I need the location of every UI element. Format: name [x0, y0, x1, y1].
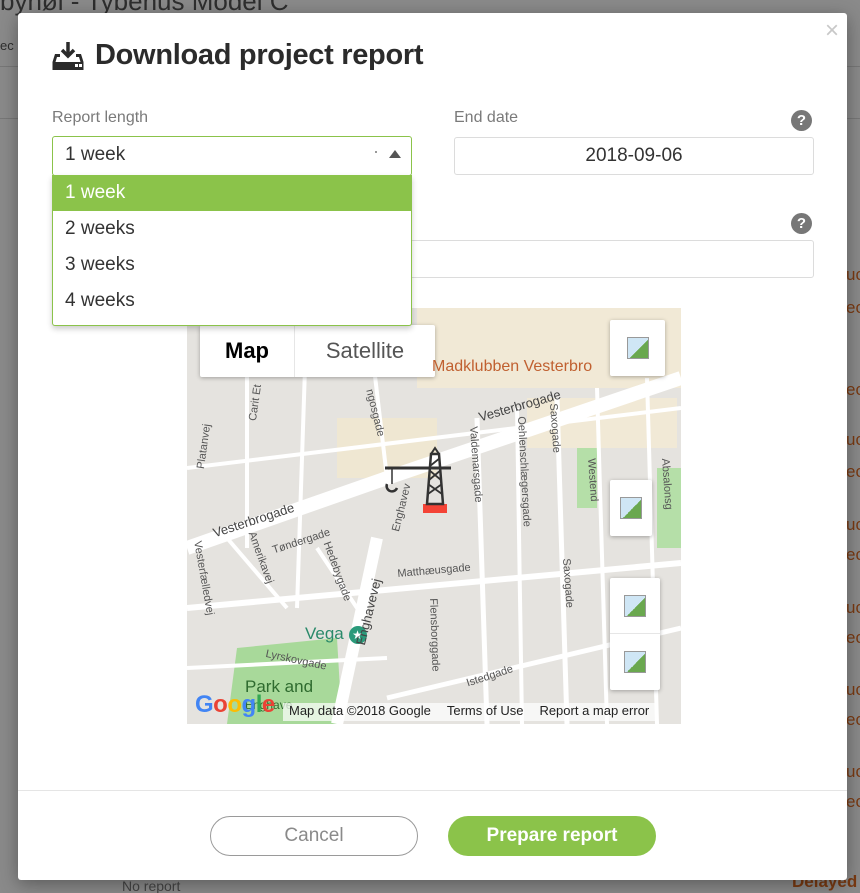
cancel-button[interactable]: Cancel	[210, 816, 418, 856]
map-venue-name: Vega	[305, 624, 344, 643]
caret-up-icon	[389, 150, 401, 158]
option-1-week[interactable]: 1 week	[53, 175, 411, 211]
google-logo: Google	[195, 691, 275, 718]
background-status: ec	[846, 792, 860, 811]
option-3-weeks[interactable]: 3 weeks	[53, 247, 411, 283]
pegman-icon	[620, 497, 642, 519]
report-map-error-link[interactable]: Report a map error	[539, 703, 649, 721]
map-type-satellite[interactable]: Satellite	[295, 325, 435, 377]
modal-header: Download project report	[51, 39, 424, 72]
background-status: ec	[846, 710, 860, 729]
background-status: uc	[846, 598, 860, 617]
background-status: uc	[846, 762, 860, 781]
map-type-toggle: Map Satellite	[200, 325, 435, 377]
background-status: ec	[846, 298, 860, 317]
report-length-label: Report length	[52, 109, 149, 126]
map-data-credit: Map data ©2018 Google	[289, 703, 431, 718]
background-subtitle: ec	[0, 38, 14, 53]
zoom-in-button[interactable]	[610, 578, 660, 634]
background-status: ec	[846, 462, 860, 481]
download-report-modal: × Download project report Report length …	[18, 13, 847, 880]
report-length-dropdown: 1 week 2 weeks 3 weeks 4 weeks	[52, 175, 412, 326]
background-status: uc	[846, 515, 860, 534]
end-date-help-icon[interactable]: ?	[791, 110, 812, 131]
close-button[interactable]: ×	[825, 19, 839, 43]
background-status: ec	[846, 545, 860, 564]
zoom-controls	[610, 578, 660, 690]
background-status: ec	[846, 628, 860, 647]
select-dot	[375, 151, 377, 153]
footer-divider	[18, 790, 847, 791]
zoom-in-icon	[624, 594, 646, 617]
zoom-out-button[interactable]	[610, 634, 660, 690]
fullscreen-button[interactable]	[610, 320, 665, 376]
option-4-weeks[interactable]: 4 weeks	[53, 283, 411, 319]
report-length-select[interactable]: 1 week	[52, 136, 412, 176]
prepare-report-button[interactable]: Prepare report	[448, 816, 656, 856]
option-2-weeks[interactable]: 2 weeks	[53, 211, 411, 247]
report-length-value: 1 week	[65, 144, 126, 165]
terms-of-use-link[interactable]: Terms of Use	[447, 703, 524, 721]
fullscreen-icon	[626, 337, 649, 359]
background-status: uc	[846, 680, 860, 699]
background-no-report: No report	[122, 878, 181, 893]
map-attribution: Map data ©2018 Google Terms of Use Repor…	[283, 703, 656, 721]
end-date-input[interactable]: 2018-09-06	[454, 137, 814, 175]
site-map[interactable]: Map Satellite Madklubben Vesterbro Vega …	[187, 308, 681, 724]
second-field-help-icon[interactable]: ?	[791, 213, 812, 234]
background-status: uc	[846, 430, 860, 449]
background-status: uc	[846, 265, 860, 284]
map-type-map[interactable]: Map	[200, 325, 295, 377]
street-view-button[interactable]	[610, 480, 652, 536]
end-date-label: End date	[454, 109, 519, 126]
map-poi-label: Madklubben Vesterbro	[432, 358, 593, 375]
download-icon	[52, 41, 84, 70]
street-label: Flensborggade	[427, 598, 442, 672]
zoom-out-icon	[624, 651, 646, 673]
modal-title: Download project report	[95, 39, 424, 71]
background-status: ec	[846, 380, 860, 399]
